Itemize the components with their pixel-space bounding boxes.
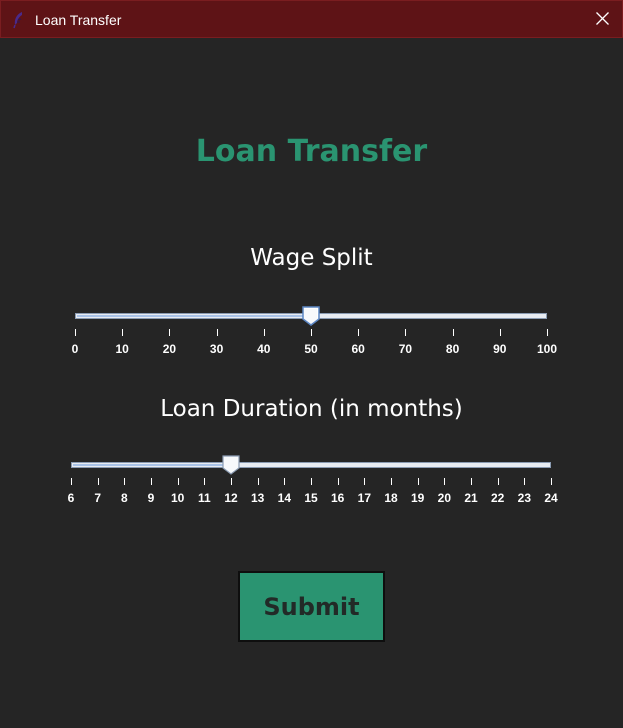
loan-duration-tick-label: 9 — [147, 491, 155, 505]
wage-split-tick-mark — [405, 329, 407, 336]
loan-duration-fill — [73, 464, 231, 466]
wage-split-tick-mark — [452, 329, 454, 336]
loan-duration-tick-mark — [364, 478, 366, 485]
loan-duration-tick-label: 8 — [120, 491, 128, 505]
wage-split-tick-mark — [169, 329, 171, 336]
wage-split-tick-label: 80 — [445, 342, 460, 356]
wage-split-tick-label: 60 — [351, 342, 365, 356]
loan-duration-tick-label: 14 — [277, 491, 292, 505]
wage-split-label: Wage Split — [250, 245, 373, 271]
loan-duration-tick-label: 11 — [197, 491, 211, 505]
loan-duration-tick-label: 10 — [170, 491, 185, 505]
loan-duration-tick-mark — [284, 478, 286, 485]
window-title: Loan Transfer — [35, 12, 122, 28]
wage-split-thumb[interactable] — [302, 306, 320, 331]
loan-duration-tick-mark — [337, 478, 339, 485]
loan-duration-track[interactable] — [71, 462, 551, 468]
loan-duration-tick-mark — [391, 478, 392, 485]
loan-duration-tick-label: 12 — [224, 491, 238, 505]
wage-split-tick-mark — [499, 329, 501, 336]
loan-duration-tick-label: 21 — [464, 491, 478, 505]
loan-duration-tick-label: 22 — [490, 491, 505, 505]
loan-duration-tick-mark — [204, 478, 206, 485]
page-title: Loan Transfer — [195, 134, 428, 169]
loan-duration-tick-label: 6 — [67, 491, 75, 505]
wage-split-tick-label: 0 — [71, 342, 79, 356]
loan-duration-tick-mark — [71, 478, 72, 485]
wage-split-tick-label: 10 — [115, 342, 129, 356]
loan-duration-thumb[interactable] — [222, 455, 240, 480]
wage-split-tick-mark — [547, 329, 548, 336]
loan-duration-tick-mark — [97, 478, 99, 485]
wage-split-fill — [77, 315, 311, 317]
wage-split-tick-label: 30 — [209, 342, 224, 356]
loan-duration-tick-mark — [417, 478, 419, 485]
loan-duration-label: Loan Duration (in months) — [160, 396, 463, 422]
loan-duration-tick-label: 19 — [410, 491, 425, 505]
wage-split-tick-mark — [311, 329, 312, 336]
loan-duration-tick-mark — [311, 478, 312, 485]
loan-duration-tick-mark — [497, 478, 499, 485]
loan-duration-tick-mark — [177, 478, 179, 485]
wage-split-tick-mark — [263, 329, 265, 336]
wage-split-tick-label: 100 — [536, 342, 558, 356]
wage-split-tick-label: 90 — [493, 342, 507, 356]
close-button[interactable] — [582, 1, 622, 37]
loan-duration-tick-label: 7 — [94, 491, 101, 505]
loan-duration-tick-mark — [151, 478, 152, 485]
loan-duration-tick-mark — [551, 478, 552, 485]
close-icon — [596, 12, 609, 25]
wage-split-tick-label: 20 — [162, 342, 177, 356]
loan-duration-tick-label: 15 — [304, 491, 318, 505]
wage-split-tick-label: 50 — [304, 342, 318, 356]
loan-duration-tick-mark — [124, 478, 126, 485]
loan-duration-tick-label: 17 — [357, 491, 372, 505]
wage-split-tick-mark — [75, 329, 76, 336]
loan-duration-tick-label: 20 — [437, 491, 452, 505]
submit-button[interactable]: Submit — [238, 571, 385, 642]
loan-duration-tick-label: 23 — [517, 491, 532, 505]
wage-split-tick-mark — [358, 329, 360, 336]
feather-pen-icon — [11, 11, 27, 29]
loan-duration-tick-mark — [257, 478, 259, 485]
loan-duration-tick-mark — [231, 478, 232, 485]
wage-split-tick-label: 70 — [398, 342, 413, 356]
loan-duration-tick-mark — [444, 478, 446, 485]
loan-duration-tick-label: 18 — [384, 491, 398, 505]
wage-split-tick-mark — [216, 329, 218, 336]
loan-duration-tick-mark — [524, 478, 526, 485]
loan-duration-tick-label: 24 — [544, 491, 558, 505]
title-bar: Loan Transfer — [0, 0, 623, 38]
loan-duration-tick-label: 13 — [250, 491, 265, 505]
loan-duration-tick-mark — [471, 478, 472, 485]
wage-split-tick-mark — [122, 329, 124, 336]
loan-duration-tick-label: 16 — [330, 491, 345, 505]
wage-split-tick-label: 40 — [257, 342, 271, 356]
